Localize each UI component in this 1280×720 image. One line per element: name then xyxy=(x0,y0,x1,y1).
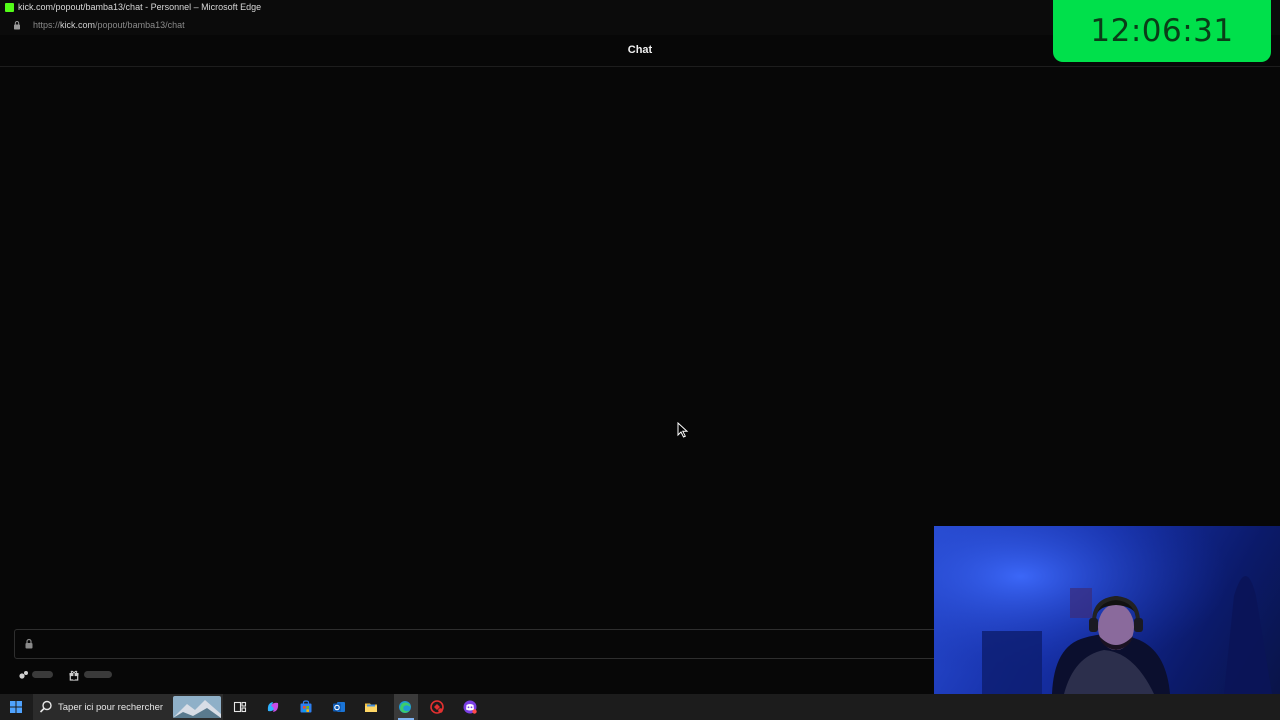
chat-message-input[interactable] xyxy=(14,629,946,659)
task-view-icon[interactable] xyxy=(232,699,248,715)
webcam-overlay xyxy=(934,526,1280,694)
search-highlight-image xyxy=(173,696,221,718)
gift-icon[interactable] xyxy=(68,669,80,681)
mouse-cursor-icon xyxy=(677,422,689,438)
window-title: kick.com/popout/bamba13/chat - Personnel… xyxy=(18,2,262,12)
lock-icon xyxy=(14,21,20,30)
search-placeholder: Taper ici pour rechercher xyxy=(58,702,164,713)
outlook-icon[interactable] xyxy=(331,699,347,715)
gift-count-pill xyxy=(84,671,112,678)
windows-start-icon[interactable] xyxy=(8,699,24,715)
kick-logo-icon xyxy=(5,3,14,12)
taskbar-search-box[interactable]: Taper ici pour rechercher xyxy=(33,694,223,720)
app-red-icon[interactable] xyxy=(429,699,445,715)
edge-icon[interactable] xyxy=(397,699,413,715)
chat-footer xyxy=(0,664,934,686)
emote-icon[interactable] xyxy=(18,669,30,681)
url-scheme: https:// xyxy=(33,20,61,30)
url-host: kick.com xyxy=(60,20,96,30)
search-icon xyxy=(39,700,52,713)
app-discord-icon[interactable] xyxy=(462,699,478,715)
url-path: /popout/bamba13/chat xyxy=(95,20,185,30)
webcam-image xyxy=(934,526,1280,694)
emote-count-pill xyxy=(32,671,53,678)
copilot-icon[interactable] xyxy=(265,699,281,715)
windows-taskbar: Taper ici pour rechercher xyxy=(0,694,1280,720)
url-text[interactable]: https://kick.com/popout/bamba13/chat xyxy=(33,20,185,30)
chat-lock-icon xyxy=(25,638,33,649)
store-icon[interactable] xyxy=(298,699,314,715)
clock-time: 12:06:31 xyxy=(1090,13,1234,49)
file-explorer-icon[interactable] xyxy=(363,699,379,715)
clock-overlay: 12:06:31 xyxy=(1053,0,1271,62)
